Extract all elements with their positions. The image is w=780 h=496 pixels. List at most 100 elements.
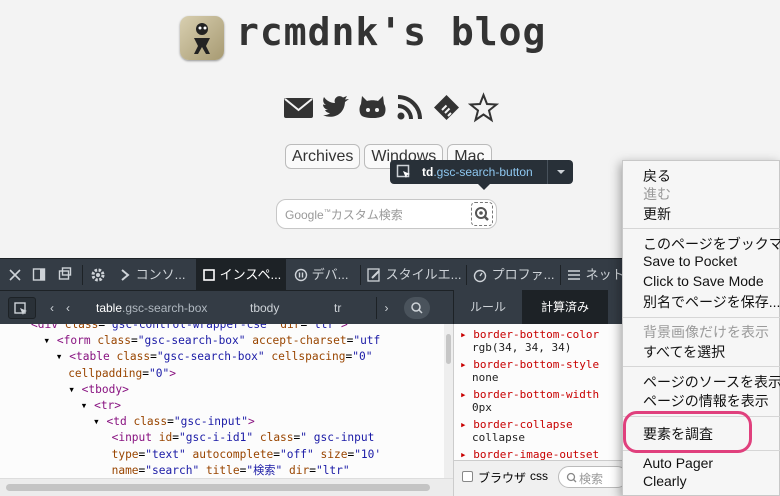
dock-side-button[interactable] [32, 259, 52, 291]
search-markup-button[interactable] [404, 297, 430, 319]
google-search-box[interactable]: Google™カスタム検索 [276, 199, 497, 229]
inspector-icon [203, 269, 215, 281]
blog-title[interactable]: rcmdnk's blog [236, 10, 546, 54]
menu-clearly[interactable]: Clearly [643, 473, 687, 489]
menu-separator [623, 317, 780, 318]
markup-line[interactable]: ▾ <table class="gsc-search-box" cellspac… [56, 349, 373, 365]
prop-border-image-outset[interactable]: ▸ border-image-outset [460, 448, 599, 460]
markup-line[interactable]: name="search" title="検索" dir="ltr" [112, 463, 350, 478]
menu-select-all[interactable]: すべてを選択 [643, 342, 725, 362]
screen: rcmdnk's blog Archives Windows Mac Googl… [0, 0, 780, 496]
scroll-thumb[interactable] [446, 334, 451, 364]
markup-view[interactable]: <div class="gsc-control-wrapper-cse" dir… [0, 324, 444, 478]
breadcrumb-item-table[interactable]: table.gsc-search-box [96, 297, 207, 319]
picker-icon [396, 164, 410, 178]
breadcrumb: ‹ ‹ table.gsc-search-box tbody tr › [0, 290, 453, 324]
toolbar-divider [560, 265, 561, 285]
dock-side-icon [32, 268, 46, 281]
chevron-down-icon [557, 170, 565, 174]
tab-debugger[interactable]: デバ... [294, 259, 358, 291]
gear-icon [91, 268, 105, 282]
network-icon [568, 270, 580, 280]
search-icon [566, 472, 577, 483]
markup-line[interactable]: ▾ <form class="gsc-search-box" accept-ch… [43, 333, 380, 349]
tab-rules[interactable]: ルール [454, 290, 522, 324]
stopwatch-icon [473, 269, 487, 283]
prop-border-bottom-style[interactable]: ▸ border-bottom-style none [460, 358, 599, 384]
mail-icon[interactable] [283, 92, 314, 123]
menu-auto-pager[interactable]: Auto Pager [643, 455, 713, 471]
tab-computed[interactable]: 計算済み [522, 290, 608, 324]
breadcrumb-item-tbody[interactable]: tbody [250, 297, 279, 319]
menu-back[interactable]: 戻る [643, 166, 671, 186]
markup-line[interactable]: <input id="gsc-i-id1" class=" gsc-input [112, 430, 375, 446]
markup-scrollbar[interactable] [444, 324, 453, 478]
browser-styles-checkbox[interactable] [462, 471, 473, 482]
menu-view-background-image[interactable]: 背景画像だけを表示 [643, 322, 769, 342]
breadcrumb-overflow[interactable]: ‹ [66, 297, 88, 319]
tooltip-dropdown[interactable] [547, 160, 573, 184]
element-picker-tooltip: td.gsc-search-button [390, 160, 573, 190]
rss-icon[interactable] [394, 92, 425, 123]
star-icon[interactable] [467, 92, 500, 123]
menu-bookmark[interactable]: このページをブックマ [643, 234, 780, 254]
highlight-annotation [623, 411, 752, 453]
search-icon [411, 302, 423, 314]
tab-style-editor[interactable]: スタイルエ... [366, 259, 466, 291]
menu-page-info[interactable]: ページの情報を表示 [643, 391, 769, 411]
computed-search-placeholder: 検索 [579, 472, 604, 486]
pencil-icon [367, 268, 380, 282]
markup-line[interactable]: cellpadding="0"> [68, 366, 176, 382]
css-label: css [530, 469, 548, 483]
markup-line[interactable]: <div class="gsc-control-wrapper-cse" dir… [31, 324, 348, 333]
social-links [283, 92, 500, 124]
pause-icon [294, 268, 308, 282]
markup-line[interactable]: type="text" autocomplete="off" size="10' [112, 447, 382, 463]
menu-save-to-pocket[interactable]: Save to Pocket [643, 253, 737, 269]
breadcrumb-scroll-right[interactable]: › [376, 297, 396, 319]
tab-archives[interactable]: Archives [285, 144, 361, 169]
feedly-icon[interactable] [431, 92, 462, 123]
computed-search-field[interactable]: 検索 [558, 466, 628, 488]
undock-button[interactable] [58, 259, 78, 291]
breadcrumb-item-tr[interactable]: tr [334, 297, 341, 319]
menu-save-as[interactable]: 別名でページを保存... [643, 292, 780, 312]
markup-horizontal-scrollbar[interactable] [0, 478, 453, 496]
tab-inspector[interactable]: インスペ... [196, 259, 286, 291]
picker-icon [14, 302, 27, 315]
magnifier-icon [475, 207, 489, 221]
markup-line[interactable]: ▾ <tbody> [68, 382, 129, 398]
pick-element-button[interactable] [8, 297, 36, 319]
toolbar-divider [360, 265, 361, 285]
search-placeholder: Google™カスタム検索 [285, 208, 403, 222]
menu-click-to-save[interactable]: Click to Save Mode [643, 273, 764, 289]
twitter-icon[interactable] [320, 92, 351, 123]
menu-separator [623, 228, 780, 229]
tab-console[interactable]: コンソ... [120, 259, 194, 291]
toolbar-divider [466, 265, 467, 285]
tab-profiler[interactable]: プロファ... [472, 259, 558, 291]
menu-reload[interactable]: 更新 [643, 204, 671, 224]
menu-forward[interactable]: 進む [643, 184, 671, 204]
scroll-thumb[interactable] [6, 484, 430, 491]
blog-logo[interactable] [180, 16, 224, 60]
window-icon [58, 267, 72, 280]
toolbar-divider [82, 265, 83, 285]
markup-line[interactable]: ▾ <tr> [81, 398, 121, 414]
close-icon [9, 269, 21, 281]
breadcrumb-scroll-left[interactable]: ‹ [44, 297, 60, 319]
prop-border-bottom-color[interactable]: ▸ border-bottom-color rgb(34, 34, 34) [460, 328, 599, 354]
close-devtools-button[interactable] [8, 259, 28, 291]
tooltip-selector: td.gsc-search-button [422, 165, 533, 179]
github-icon[interactable] [357, 92, 388, 123]
console-icon [121, 269, 130, 281]
prop-border-collapse[interactable]: ▸ border-collapse collapse [460, 418, 573, 444]
settings-button[interactable] [90, 259, 110, 291]
markup-line[interactable]: ▾ <td class="gsc-input"> [93, 414, 255, 430]
menu-separator [623, 366, 780, 367]
tab-network[interactable]: ネット [566, 259, 626, 291]
prop-border-bottom-width[interactable]: ▸ border-bottom-width 0px [460, 388, 599, 414]
menu-view-source[interactable]: ページのソースを表示 [643, 372, 780, 392]
browser-styles-label: ブラウザ [478, 471, 527, 485]
search-button[interactable] [471, 202, 493, 226]
